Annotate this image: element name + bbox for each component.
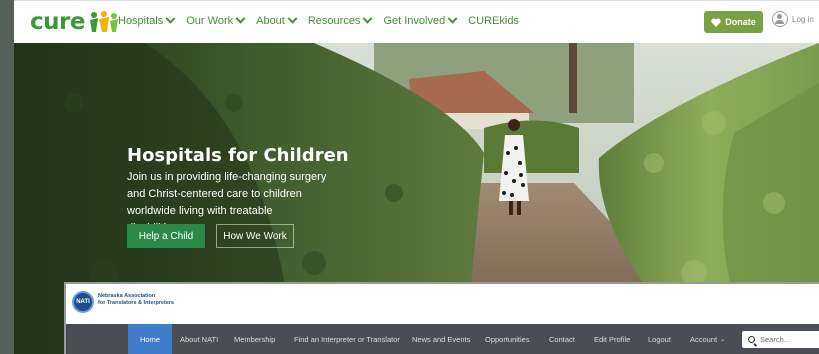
kids-figures-icon [89, 11, 118, 32]
nav-curekids[interactable]: CUREkids [468, 15, 519, 27]
nati-logo[interactable]: NATI [72, 291, 94, 313]
nav-about-label: About [256, 15, 285, 27]
nati-search-placeholder: Search... [760, 335, 791, 344]
cure-header: cure Hospitals Our Work About Resources … [14, 0, 819, 43]
nati-org-name-line2: for Translators & Interpreters [98, 300, 175, 306]
nati-nav-membership[interactable]: Membership [234, 324, 275, 354]
nati-header: NATI Nebraska Association for Translator… [66, 284, 819, 324]
desktop: cure Hospitals Our Work About Resources … [0, 0, 819, 354]
nati-org-name-line1: Nebraska Association [98, 293, 156, 299]
donate-button[interactable]: Donate [704, 11, 763, 33]
cure-main-nav: Hospitals Our Work About Resources Get I… [118, 13, 531, 27]
nati-nav-home[interactable]: Home [128, 324, 172, 354]
nati-nav-find-interpreter[interactable]: Find an Interpreter or Translator [294, 324, 400, 354]
nati-search-box[interactable]: Search... [742, 331, 819, 348]
nav-our-work[interactable]: Our Work [186, 13, 246, 27]
chevron-down-icon [447, 13, 458, 24]
nati-org-name: Nebraska Association for Translators & I… [98, 293, 174, 307]
how-we-work-button[interactable]: How We Work [216, 224, 294, 248]
nati-nav-contact[interactable]: Contact [549, 324, 575, 354]
chevron-down-icon [235, 13, 246, 24]
nati-nav-account-label: Account [690, 334, 718, 344]
nati-nav-about[interactable]: About NATI [180, 324, 218, 354]
chevron-down-icon: ⌄ [720, 336, 726, 343]
help-a-child-button[interactable]: Help a Child [127, 224, 205, 248]
nati-nav-logout[interactable]: Logout [648, 324, 671, 354]
chevron-down-icon [165, 13, 176, 24]
nati-nav-edit-profile[interactable]: Edit Profile [594, 324, 630, 354]
donate-label: Donate [725, 17, 756, 27]
heart-icon [711, 18, 721, 27]
nati-browser-window: NATI Nebraska Association for Translator… [64, 282, 819, 354]
chevron-down-icon [362, 13, 373, 24]
login-link[interactable]: Log in [772, 11, 814, 27]
nav-our-work-label: Our Work [186, 15, 234, 27]
nati-nav-opportunities[interactable]: Opportunities [485, 324, 530, 354]
nav-get-involved[interactable]: Get Involved [383, 13, 458, 27]
chevron-down-icon [287, 13, 298, 24]
nav-resources-label: Resources [307, 15, 361, 27]
nati-nav-account[interactable]: Account ⌄ [690, 324, 725, 354]
cure-logo-text: cure [30, 9, 85, 35]
login-label: Log in [792, 14, 814, 24]
nav-about[interactable]: About [256, 13, 298, 27]
nav-curekids-label: CUREkids [468, 15, 519, 27]
user-icon [772, 11, 788, 27]
hero-title: Hospitals for Children [127, 145, 349, 166]
nav-resources[interactable]: Resources [307, 13, 373, 27]
nav-get-involved-label: Get Involved [383, 15, 446, 27]
nati-nav-news-events[interactable]: News and Events [412, 324, 470, 354]
nav-hospitals[interactable]: Hospitals [118, 13, 176, 27]
search-icon [748, 336, 755, 343]
nati-main-nav: Home About NATI Membership Find an Inter… [66, 324, 819, 354]
nav-hospitals-label: Hospitals [118, 15, 164, 27]
cure-logo[interactable]: cure [30, 9, 118, 35]
